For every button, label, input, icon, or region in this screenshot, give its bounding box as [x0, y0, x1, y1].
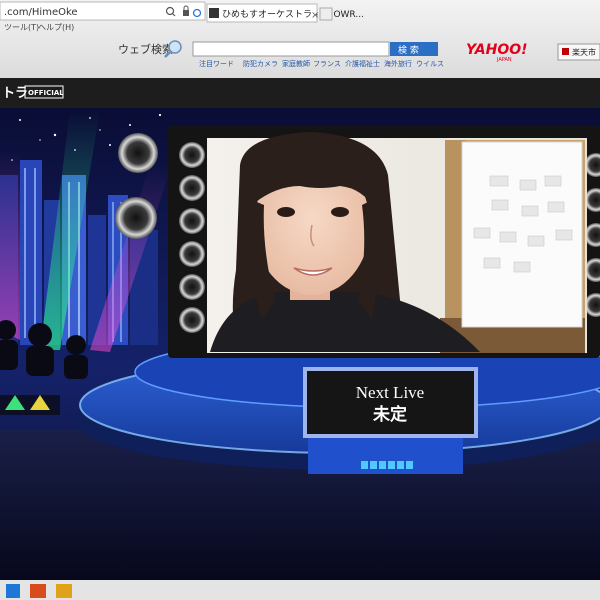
yahoo-logo[interactable]: YAHOO!: [466, 42, 528, 58]
speaker-icon: [118, 133, 158, 173]
taskbar-app-icon[interactable]: [30, 584, 46, 598]
quick-link-6[interactable]: 海外旅行: [384, 59, 412, 68]
speaker-icon: [179, 208, 205, 234]
taskbar-app-icon[interactable]: [56, 584, 72, 598]
speaker-icon: [115, 197, 157, 239]
speaker-icon: [179, 241, 205, 267]
speaker-icon: [179, 307, 205, 333]
rakuten-label: 楽天市: [572, 47, 596, 57]
tab-title: ひめもすオーケストラ - SHOWR...: [222, 9, 364, 20]
page-title: トラ: [2, 86, 28, 101]
search-input[interactable]: [192, 41, 390, 57]
speaker-icon: [179, 142, 205, 168]
next-live-label: Next Live: [356, 383, 424, 402]
eye: [277, 207, 295, 217]
rakuten-icon: [562, 48, 569, 55]
eye: [331, 207, 349, 217]
yahoo-logo-sub: JAPAN: [496, 57, 512, 63]
webcam-video: [207, 132, 587, 353]
quick-link-1[interactable]: 注目ワード: [199, 59, 234, 68]
tab-close-icon[interactable]: ×: [311, 10, 319, 21]
quick-link-7[interactable]: ウイルス: [416, 60, 444, 68]
quick-link-4[interactable]: フランス: [313, 60, 341, 68]
search-button-label: 検 索: [398, 44, 419, 56]
search-label: ウェブ検索: [118, 42, 173, 56]
quick-link-2[interactable]: 防犯カメラ: [243, 59, 278, 68]
speaker-icon: [179, 274, 205, 300]
taskbar: [0, 580, 600, 600]
page-header: [0, 78, 600, 108]
tab-favicon: [209, 8, 219, 18]
spotlight-beam: [0, 150, 20, 340]
next-live-date: 未定: [372, 404, 407, 425]
address-text: .com/HimeOke: [4, 7, 78, 18]
new-tab-button[interactable]: [319, 7, 333, 21]
quick-link-3[interactable]: 家庭教師: [282, 59, 310, 68]
menu-item-help[interactable]: ヘルプ(H): [38, 23, 74, 32]
photo-of-monitor: .com/HimeOke ひめもすオーケストラ - SHOWR... × ツール…: [0, 0, 600, 600]
speaker-icon: [179, 175, 205, 201]
official-badge-label: OFFICIAL: [28, 89, 64, 97]
taskbar-app-icon[interactable]: [6, 584, 20, 598]
quick-link-5[interactable]: 介護福祉士: [345, 59, 380, 68]
menu-item-tools[interactable]: ツール(T): [4, 23, 39, 32]
